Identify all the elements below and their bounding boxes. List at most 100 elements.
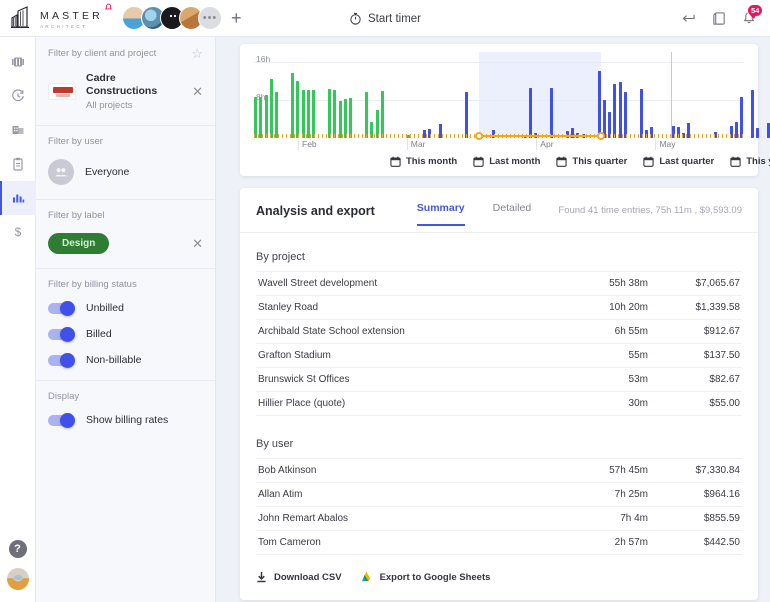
analysis-header: Analysis and export Summary Detailed Fou… [240, 188, 758, 233]
date-range-last-quarter-button[interactable]: Last quarter [643, 156, 714, 167]
chart-bar[interactable] [380, 91, 384, 138]
table-row[interactable]: Allan Atim 7h 25m $964.16 [256, 482, 742, 507]
chart-bar[interactable] [306, 89, 310, 138]
add-member-button[interactable]: + [231, 9, 242, 27]
selected-user-row[interactable]: Everyone [48, 159, 203, 186]
download-csv-button[interactable]: Download CSV [256, 571, 342, 583]
chart-bar[interactable] [291, 73, 294, 138]
toggle-row-show-billing-rates[interactable]: Show billing rates [48, 412, 203, 428]
timer-container: Start timer [0, 0, 770, 37]
copy-icon[interactable] [712, 11, 726, 26]
table-row[interactable]: Wavell Street development 55h 38m $7,065.6… [256, 271, 742, 296]
favorite-star-icon[interactable]: ☆ [191, 47, 203, 60]
row-time: 53m [562, 367, 650, 392]
tab-detailed[interactable]: Detailed [493, 202, 532, 226]
chart-bar[interactable] [740, 97, 744, 138]
range-selector-bar[interactable] [479, 134, 602, 137]
date-range-this-quarter-button[interactable]: This quarter [556, 156, 627, 167]
help-button[interactable]: ? [8, 540, 27, 558]
table-row[interactable]: Tom Cameron 2h 57m $442.50 [256, 530, 742, 555]
chart-bar[interactable] [269, 79, 273, 138]
current-user-avatar[interactable] [6, 568, 29, 590]
sidebar-item-reports[interactable] [0, 181, 36, 215]
chart-bar[interactable] [613, 83, 617, 138]
filter-group-display: Display Show billing rates [36, 381, 215, 440]
row-name: John Remart Abalos [256, 506, 562, 531]
chart-bar[interactable] [365, 91, 368, 138]
toggle-row-unbilled[interactable]: Unbilled [48, 300, 203, 316]
table-row[interactable]: Brunswick St Offices 53m $82.67 [256, 367, 742, 392]
date-range-label: This year [746, 156, 770, 167]
clear-label-filter-icon[interactable]: ✕ [186, 237, 203, 250]
chart-bar[interactable] [296, 80, 300, 138]
filter-user-header: Filter by user [48, 136, 203, 147]
chart-bar[interactable] [349, 97, 353, 138]
chart-bar[interactable] [264, 94, 268, 138]
toggle-billed[interactable] [48, 326, 75, 342]
row-name: Bob Atkinson [256, 458, 562, 483]
sidebar-item-projects[interactable] [0, 113, 36, 147]
sidebar-item-timesheets[interactable] [0, 79, 36, 113]
clear-client-filter-icon[interactable]: ✕ [186, 85, 203, 98]
export-google-sheets-button[interactable]: Export to Google Sheets [360, 571, 490, 583]
chart-bar[interactable] [312, 89, 316, 138]
chart-bar[interactable] [639, 88, 643, 138]
chart-bar[interactable] [465, 91, 469, 138]
sidebar-item-clients[interactable] [0, 45, 36, 79]
chart-bar[interactable] [343, 99, 347, 138]
calendar-icon [473, 156, 484, 167]
table-row[interactable]: Hillier Place (quote) 30m $55.00 [256, 391, 742, 416]
table-row[interactable]: Stanley Road 10h 20m $1,339.58 [256, 295, 742, 320]
chart-bar[interactable] [328, 89, 331, 138]
chart-bar[interactable] [618, 81, 622, 138]
selected-client-row[interactable]: Cadre Constructions All projects ✕ [48, 72, 203, 111]
date-range-this-year-button[interactable]: This year [730, 156, 770, 167]
tab-summary[interactable]: Summary [416, 202, 465, 226]
timeline-chart[interactable]: 16h 8h [254, 52, 770, 140]
filter-group-user: Filter by user Everyone [36, 126, 215, 201]
everyone-avatar-icon [48, 159, 74, 186]
sidebar-item-tasks[interactable] [0, 147, 36, 181]
chart-bar[interactable] [333, 89, 337, 138]
chart-bar[interactable] [528, 87, 532, 138]
sidebar-item-billing[interactable]: $ [0, 215, 36, 249]
chart-bar[interactable] [275, 91, 279, 138]
row-time: 7h 25m [562, 482, 650, 507]
brand-logo[interactable]: MASTER ARCHITECT [0, 3, 113, 31]
toggle-show-billing-rates[interactable] [48, 412, 75, 428]
toggle-unbilled[interactable] [48, 300, 75, 316]
chart-bar[interactable] [254, 96, 257, 138]
chart-bar[interactable] [624, 91, 627, 138]
timeline-chart-card: 16h 8h Feb Mar Apr May This month Last month… [240, 44, 770, 176]
chart-bar[interactable] [301, 89, 305, 138]
start-timer-button[interactable]: Start timer [349, 12, 421, 25]
chart-bar[interactable] [259, 97, 263, 138]
toggle-non-billable-label: Non-billable [86, 354, 142, 367]
by-user-title: By user [256, 438, 294, 450]
back-arrow-icon[interactable] [681, 12, 696, 25]
chart-bar[interactable] [756, 127, 760, 138]
display-header: Display [48, 391, 203, 402]
date-range-label: This month [406, 156, 458, 167]
brand-subtitle: ARCHITECT [40, 23, 87, 29]
chart-bar[interactable] [597, 71, 601, 138]
date-range-this-month-button[interactable]: This month [390, 156, 457, 167]
toggle-row-non-billable[interactable]: Non-billable [48, 352, 203, 368]
table-row[interactable]: Grafton Stadium 55m $137.50 [256, 343, 742, 368]
chart-bar[interactable] [338, 100, 342, 138]
table-row[interactable]: John Remart Abalos 7h 4m $855.59 [256, 506, 742, 531]
chart-bars [254, 52, 770, 138]
chart-bar[interactable] [750, 89, 754, 138]
chart-bar[interactable] [766, 122, 770, 138]
chart-bar[interactable] [550, 88, 553, 138]
stopwatch-icon [349, 12, 362, 25]
toggle-row-billed[interactable]: Billed [48, 326, 203, 342]
table-row[interactable]: Bob Atkinson 57h 45m $7,330.84 [256, 458, 742, 483]
row-amount: $964.16 [650, 482, 742, 507]
date-range-last-month-button[interactable]: Last month [473, 156, 540, 167]
notifications-button[interactable]: 54 [742, 3, 764, 26]
table-row[interactable]: Archibald State School extension 6h 55m $9… [256, 319, 742, 344]
avatar-more-button[interactable]: ••• [198, 6, 222, 30]
label-chip-design[interactable]: Design [48, 233, 110, 255]
toggle-non-billable[interactable] [48, 352, 75, 368]
